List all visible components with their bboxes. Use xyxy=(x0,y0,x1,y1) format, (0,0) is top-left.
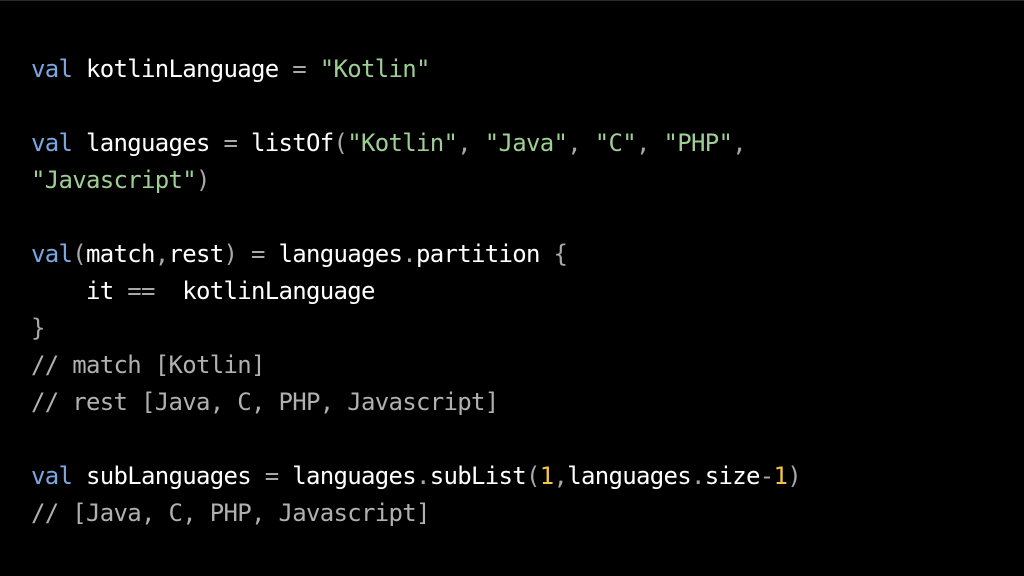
punctuation-token: ) xyxy=(196,166,210,194)
code-line: it == kotlinLanguage xyxy=(31,273,801,310)
identifier-token: kotlinLanguage xyxy=(72,55,293,83)
code-block: val kotlinLanguage = "Kotlin" val languag… xyxy=(31,51,802,532)
identifier-token: languages xyxy=(72,129,224,157)
code-line: val languages = listOf("Kotlin", "Java",… xyxy=(31,125,801,162)
code-line: val subLanguages = languages.subList(1,l… xyxy=(31,458,802,495)
punctuation-token: == xyxy=(127,277,183,305)
code-line: val(match,rest) = languages.partition { xyxy=(31,236,801,273)
punctuation-token: , xyxy=(457,129,485,157)
identifier-token: kotlinLanguage xyxy=(182,277,375,305)
keyword-token: val xyxy=(31,462,73,490)
code-line: "Javascript") xyxy=(31,162,801,199)
punctuation-token: ) = xyxy=(223,240,279,268)
number-token: 1 xyxy=(773,462,788,490)
punctuation-token: = xyxy=(223,129,251,157)
code-line: val kotlinLanguage = "Kotlin" xyxy=(31,51,801,88)
punctuation-token: , xyxy=(567,129,595,157)
comment-token: // match [Kotlin] xyxy=(31,351,265,379)
string-token: "PHP" xyxy=(663,129,733,157)
punctuation-token: . xyxy=(691,462,705,490)
punctuation-token: . xyxy=(416,462,430,490)
punctuation-token: - xyxy=(759,462,774,490)
punctuation-token: ( xyxy=(526,462,540,490)
identifier-token: match xyxy=(86,240,155,268)
identifier-token: listOf xyxy=(251,129,334,157)
keyword-token: val xyxy=(31,55,73,83)
string-token: "Java" xyxy=(484,129,568,157)
number-token: 1 xyxy=(539,462,554,490)
keyword-token: val xyxy=(31,129,73,157)
code-slide: val kotlinLanguage = "Kotlin" val languag… xyxy=(0,0,1024,576)
identifier-token: subList xyxy=(429,462,527,490)
code-line: // match [Kotlin] xyxy=(31,347,801,384)
punctuation-token: } xyxy=(31,314,45,342)
string-token: "C" xyxy=(594,129,637,157)
string-token: "Javascript" xyxy=(31,166,197,194)
punctuation-token: ( xyxy=(72,240,86,268)
punctuation-token: ( xyxy=(333,129,348,157)
punctuation-token: , xyxy=(732,129,746,157)
identifier-token: languages xyxy=(278,240,403,268)
identifier-token: it xyxy=(31,277,128,305)
code-line: } xyxy=(31,310,801,347)
punctuation-token: , xyxy=(154,240,169,268)
code-line: // rest [Java, C, PHP, Javascript] xyxy=(31,384,801,421)
string-token: "Kotlin" xyxy=(319,55,431,83)
punctuation-token: { xyxy=(539,240,568,268)
keyword-token: val xyxy=(31,240,73,268)
punctuation-token: , xyxy=(636,129,664,157)
punctuation-token: . xyxy=(402,240,416,268)
comment-token: // [Java, C, PHP, Javascript] xyxy=(31,499,430,527)
identifier-token: languages xyxy=(567,462,691,490)
punctuation-token: ) xyxy=(787,462,801,490)
identifier-token: languages xyxy=(292,462,416,490)
string-token: "Kotlin" xyxy=(347,129,458,157)
identifier-token: size xyxy=(704,462,761,490)
code-line: // [Java, C, PHP, Javascript] xyxy=(31,495,801,532)
identifier-token: partition xyxy=(416,240,540,268)
identifier-token: subLanguages xyxy=(72,462,265,490)
comment-token: // rest [Java, C, PHP, Javascript] xyxy=(31,388,499,416)
punctuation-token: = xyxy=(264,462,293,490)
punctuation-token: = xyxy=(292,55,320,83)
punctuation-token: , xyxy=(553,462,568,490)
identifier-token: rest xyxy=(168,240,225,268)
